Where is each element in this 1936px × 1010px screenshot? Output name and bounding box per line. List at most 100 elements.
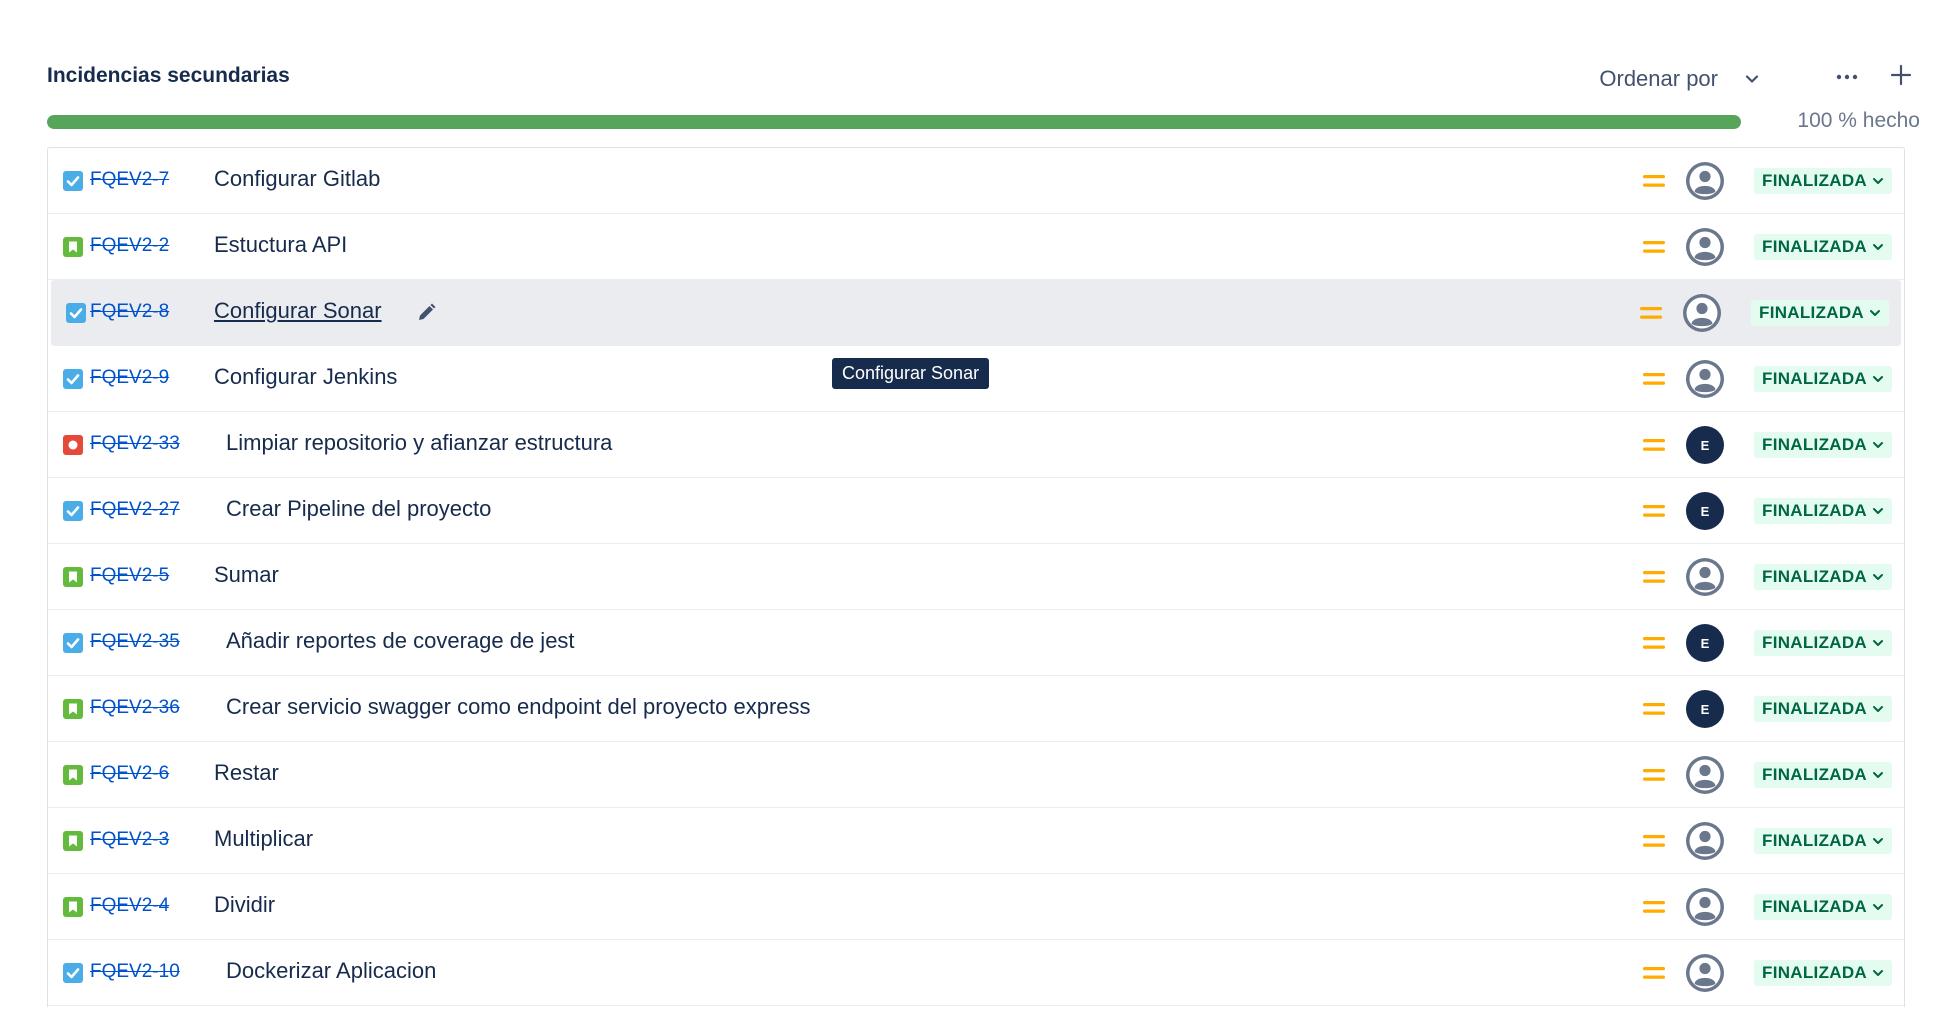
- more-options-button[interactable]: [1830, 60, 1864, 94]
- status-label: FINALIZADA: [1762, 633, 1867, 652]
- issue-summary[interactable]: Sumar: [214, 562, 279, 588]
- avatar-default-icon[interactable]: [1686, 558, 1724, 596]
- issue-key-link[interactable]: FQEV2-5: [90, 565, 169, 587]
- chevron-down-icon: [1867, 571, 1884, 583]
- pencil-icon[interactable]: [415, 302, 437, 324]
- chevron-down-icon: [1867, 967, 1884, 979]
- issue-key-link[interactable]: FQEV2-35: [90, 631, 180, 653]
- status-label: FINALIZADA: [1762, 963, 1867, 982]
- chevron-down-icon: [1867, 175, 1884, 187]
- issue-row[interactable]: FQEV2-6 Restar FINALIZADA: [48, 742, 1904, 808]
- task-icon: [62, 962, 84, 984]
- status-dropdown[interactable]: FINALIZADA: [1754, 564, 1892, 590]
- status-dropdown[interactable]: FINALIZADA: [1754, 762, 1892, 788]
- progress-label: 100 % hecho: [1797, 109, 1920, 132]
- avatar-default-icon[interactable]: [1686, 756, 1724, 794]
- avatar[interactable]: E: [1686, 492, 1724, 530]
- status-dropdown[interactable]: FINALIZADA: [1754, 828, 1892, 854]
- avatar[interactable]: E: [1686, 690, 1724, 728]
- panel-header: Incidencias secundarias Ordenar por: [47, 50, 1920, 104]
- status-dropdown[interactable]: FINALIZADA: [1754, 432, 1892, 458]
- issue-row[interactable]: FQEV2-27 Crear Pipeline del proyecto E FINA…: [48, 478, 1904, 544]
- issue-key-link[interactable]: FQEV2-33: [90, 433, 180, 455]
- priority-medium-icon: [1642, 963, 1666, 983]
- priority-medium-icon: [1639, 303, 1663, 323]
- issue-row[interactable]: FQEV2-36 Crear servicio swagger como endp…: [48, 676, 1904, 742]
- issue-key-link[interactable]: FQEV2-9: [90, 367, 169, 389]
- issue-row[interactable]: FQEV2-3 Multiplicar FINALIZADA: [48, 808, 1904, 874]
- issue-summary[interactable]: Restar: [214, 760, 279, 786]
- issue-summary[interactable]: Configurar Sonar: [214, 298, 382, 324]
- status-dropdown[interactable]: FINALIZADA: [1754, 630, 1892, 656]
- status-dropdown[interactable]: FINALIZADA: [1754, 234, 1892, 260]
- sort-label: Ordenar por: [1599, 66, 1718, 91]
- avatar-default-icon[interactable]: [1683, 294, 1721, 332]
- issue-key-link[interactable]: FQEV2-36: [90, 697, 180, 719]
- issue-row[interactable]: FQEV2-8 Configurar Sonar FINALIZADA: [51, 280, 1901, 346]
- story-icon: [62, 236, 84, 258]
- issue-key-link[interactable]: FQEV2-7: [90, 169, 169, 191]
- chevron-down-icon: [1867, 703, 1884, 715]
- story-icon: [62, 896, 84, 918]
- task-icon: [65, 302, 87, 324]
- issue-summary[interactable]: Añadir reportes de coverage de jest: [226, 628, 575, 654]
- status-dropdown[interactable]: FINALIZADA: [1754, 168, 1892, 194]
- avatar-default-icon[interactable]: [1686, 888, 1724, 926]
- chevron-down-icon: [1867, 505, 1884, 517]
- avatar-default-icon[interactable]: [1686, 360, 1724, 398]
- issue-summary[interactable]: Dockerizar Aplicacion: [226, 958, 436, 984]
- story-icon: [62, 566, 84, 588]
- issue-summary[interactable]: Crear servicio swagger como endpoint del…: [226, 694, 811, 720]
- issue-key-link[interactable]: FQEV2-6: [90, 763, 169, 785]
- status-dropdown[interactable]: FINALIZADA: [1754, 498, 1892, 524]
- avatar-default-icon[interactable]: [1686, 228, 1724, 266]
- task-icon: [62, 632, 84, 654]
- issue-key-link[interactable]: FQEV2-4: [90, 895, 169, 917]
- avatar[interactable]: E: [1686, 624, 1724, 662]
- issue-row[interactable]: FQEV2-2 Estuctura API FINALIZADA: [48, 214, 1904, 280]
- issue-row[interactable]: FQEV2-7 Configurar Gitlab FINALIZADA: [48, 148, 1904, 214]
- issue-row[interactable]: FQEV2-4 Dividir FINALIZADA: [48, 874, 1904, 940]
- issue-key-link[interactable]: FQEV2-8: [90, 301, 169, 323]
- issue-summary[interactable]: Estuctura API: [214, 232, 347, 258]
- issue-row[interactable]: FQEV2-33 Limpiar repositorio y afianzar e…: [48, 412, 1904, 478]
- status-dropdown[interactable]: FINALIZADA: [1754, 894, 1892, 920]
- child-issues-panel: Incidencias secundarias Ordenar por 100 …: [47, 50, 1920, 138]
- story-icon: [62, 698, 84, 720]
- issue-row[interactable]: FQEV2-5 Sumar FINALIZADA: [48, 544, 1904, 610]
- priority-medium-icon: [1642, 633, 1666, 653]
- issue-summary[interactable]: Limpiar repositorio y afianzar estructur…: [226, 430, 612, 456]
- issue-row[interactable]: FQEV2-35 Añadir reportes de coverage de j…: [48, 610, 1904, 676]
- status-dropdown[interactable]: FINALIZADA: [1754, 696, 1892, 722]
- task-icon: [62, 170, 84, 192]
- status-label: FINALIZADA: [1762, 831, 1867, 850]
- issue-summary[interactable]: Configurar Jenkins: [214, 364, 397, 390]
- avatar-default-icon[interactable]: [1686, 822, 1724, 860]
- child-issue-list: FQEV2-7 Configurar Gitlab FINALIZADA FQEV2-…: [47, 147, 1905, 1007]
- status-dropdown[interactable]: FINALIZADA: [1751, 300, 1889, 326]
- issue-key-link[interactable]: FQEV2-27: [90, 499, 180, 521]
- issue-summary[interactable]: Multiplicar: [214, 826, 313, 852]
- avatar-default-icon[interactable]: [1686, 162, 1724, 200]
- issue-row[interactable]: FQEV2-10 Dockerizar Aplicacion FINALIZADA: [48, 940, 1904, 1006]
- progress-bar-fill: [47, 115, 1741, 129]
- issue-summary[interactable]: Dividir: [214, 892, 275, 918]
- issue-key-link[interactable]: FQEV2-2: [90, 235, 169, 257]
- add-child-issue-button[interactable]: [1884, 60, 1918, 94]
- issue-key-link[interactable]: FQEV2-10: [90, 961, 180, 983]
- sort-dropdown[interactable]: Ordenar por: [1599, 66, 1760, 92]
- status-label: FINALIZADA: [1762, 699, 1867, 718]
- status-dropdown[interactable]: FINALIZADA: [1754, 366, 1892, 392]
- issue-key-link[interactable]: FQEV2-3: [90, 829, 169, 851]
- issue-summary[interactable]: Crear Pipeline del proyecto: [226, 496, 491, 522]
- avatar[interactable]: E: [1686, 426, 1724, 464]
- issue-summary[interactable]: Configurar Gitlab: [214, 166, 380, 192]
- plus-icon: [1890, 64, 1912, 91]
- chevron-down-icon: [1867, 241, 1884, 253]
- status-dropdown[interactable]: FINALIZADA: [1754, 960, 1892, 986]
- story-icon: [62, 764, 84, 786]
- status-label: FINALIZADA: [1762, 237, 1867, 256]
- chevron-down-icon: [1867, 901, 1884, 913]
- tooltip: Configurar Sonar: [832, 358, 990, 389]
- avatar-default-icon[interactable]: [1686, 954, 1724, 992]
